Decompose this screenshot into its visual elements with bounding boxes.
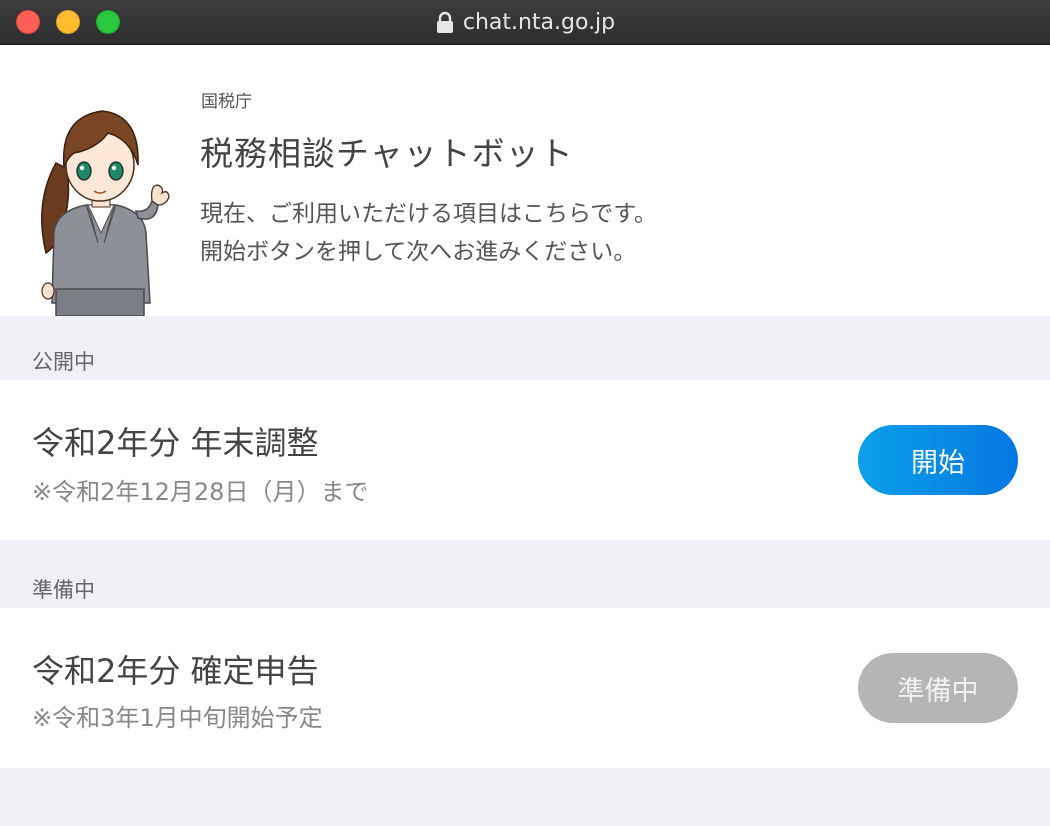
lock-icon	[436, 11, 453, 33]
page-title: 税務相談チャットボット	[200, 134, 574, 173]
page-header: 国税庁 税務相談チャットボット 現在、ご利用いただける項目はこちらです。 開始ボ…	[0, 45, 1050, 316]
service-deadline-note: ※令和2年12月28日（月）まで	[32, 478, 369, 506]
page-description: 現在、ご利用いただける項目はこちらです。 開始ボタンを押して次へお進みください。	[200, 195, 657, 271]
agency-name: 国税庁	[201, 92, 252, 112]
description-line-2: 開始ボタンを押して次へお進みください。	[200, 239, 637, 265]
preparing-button[interactable]: 準備中	[858, 653, 1018, 723]
service-card-tax-return: 令和2年分 確定申告 ※令和3年1月中旬開始予定 準備中	[0, 608, 1050, 768]
url-text: chat.nta.go.jp	[462, 9, 616, 35]
section-label-available: 公開中	[32, 350, 95, 374]
section-label-preparing: 準備中	[32, 578, 95, 602]
assistant-avatar-illustration	[41, 110, 170, 316]
service-schedule-note: ※令和3年1月中旬開始予定	[32, 704, 323, 732]
address-bar[interactable]: chat.nta.go.jp	[0, 0, 1050, 44]
service-title: 令和2年分 年末調整	[32, 424, 319, 462]
service-title: 令和2年分 確定申告	[32, 652, 319, 690]
browser-window: chat.nta.go.jp 国税庁 税務相談チャットボット 現在、ご利用いただ…	[0, 0, 1050, 826]
description-line-1: 現在、ご利用いただける項目はこちらです。	[200, 201, 658, 227]
title-bar: chat.nta.go.jp	[0, 0, 1050, 45]
start-button[interactable]: 開始	[858, 425, 1018, 495]
service-card-year-end-adjustment: 令和2年分 年末調整 ※令和2年12月28日（月）まで 開始	[0, 380, 1050, 540]
